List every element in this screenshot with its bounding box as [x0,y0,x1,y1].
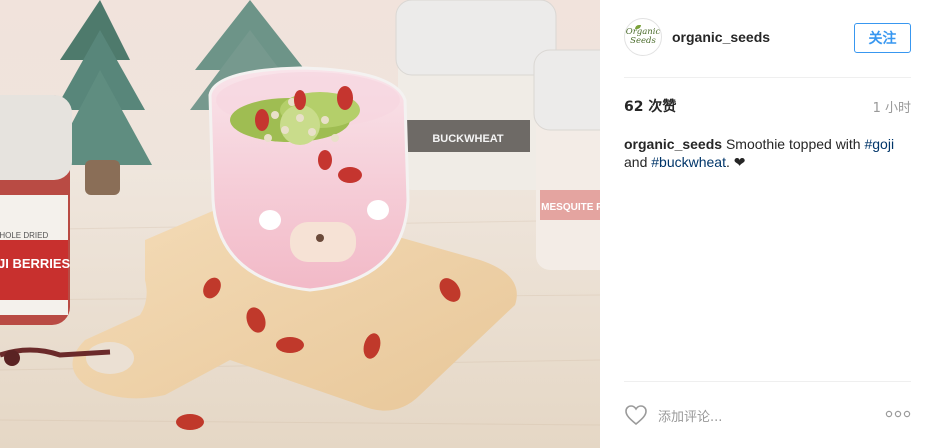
mesquite-jar: MESQUITE P [533,49,600,270]
comment-input[interactable]: 添加评论... [658,406,722,425]
caption-text-mid: and [624,154,652,170]
buckwheat-jar-label: BUCKWHEAT [432,133,504,145]
divider [624,381,911,382]
goji-jar-label: GOJI BERRIES [0,256,71,271]
goji-jar: WHOLE DRIED GOJI BERRIES [0,95,72,325]
caption-text-end: . ❤ [725,154,746,170]
mesquite-jar-label: MESQUITE P [541,202,600,213]
caption-username[interactable]: organic_seeds [624,136,722,152]
buckwheat-jar: BUCKWHEAT [395,0,557,190]
heart-outline-icon[interactable] [624,404,648,426]
post-side-panel: Organic Seeds organic_seeds 关注 62 次赞 1 小… [600,0,932,448]
likes-count[interactable]: 62 次赞 [624,96,676,116]
hashtag-goji[interactable]: #goji [864,136,894,152]
divider [624,77,911,78]
goji-jar-label-top: WHOLE DRIED [0,231,48,240]
post-caption: organic_seeds Smoothie topped with #goji… [624,135,914,171]
post-photo: WHOLE DRIED GOJI BERRIES BUCKWHEAT MESQU… [0,0,600,448]
follow-button[interactable]: 关注 [854,23,911,53]
post-time[interactable]: 1 小时 [873,97,911,116]
caption-text: Smoothie topped with [722,136,865,152]
instagram-post: WHOLE DRIED GOJI BERRIES BUCKWHEAT MESQU… [0,0,932,448]
avatar[interactable]: Organic Seeds [624,18,662,56]
hashtag-buckwheat[interactable]: #buckwheat [651,154,726,170]
smoothie-cup [208,66,410,292]
more-options-icon[interactable] [885,409,911,419]
post-header: Organic Seeds organic_seeds 关注 [600,0,932,77]
smoothie-photo: WHOLE DRIED GOJI BERRIES BUCKWHEAT MESQU… [0,0,600,448]
avatar-text-line2: Seeds [630,36,656,46]
username-link[interactable]: organic_seeds [672,29,770,45]
